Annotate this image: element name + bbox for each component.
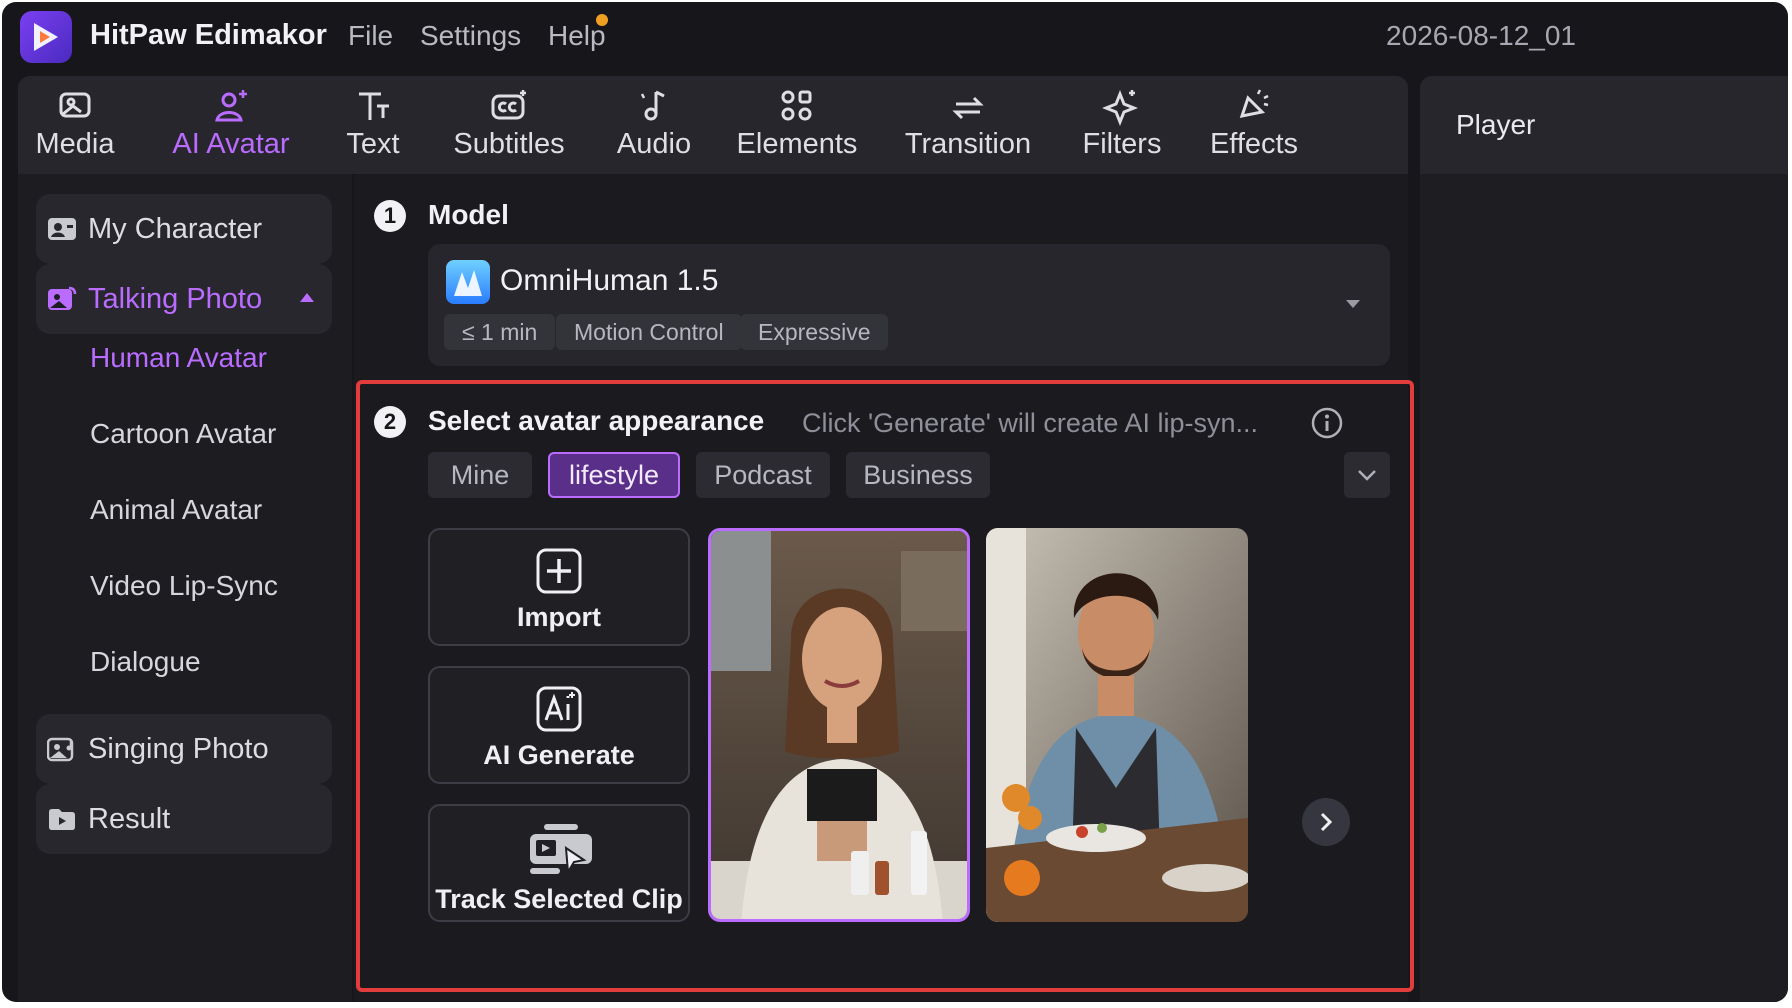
tab-text[interactable]: Text — [338, 76, 408, 174]
sidebar-item-result[interactable]: Result — [36, 784, 332, 854]
sidebar-item-label: Talking Photo — [88, 282, 263, 315]
model-tag: Expressive — [740, 314, 889, 350]
sidebar-subitem-dialogue[interactable]: Dialogue — [90, 646, 201, 678]
sidebar-item-singing-photo[interactable]: Singing Photo — [36, 714, 332, 784]
effects-icon — [1239, 89, 1269, 118]
app-window: HitPaw Edimakor File Settings Help 2026-… — [2, 2, 1788, 1002]
subtitles-icon — [491, 90, 526, 120]
document-title: 2026-08-12_01 — [1386, 20, 1576, 51]
chevron-down-icon[interactable] — [1346, 300, 1360, 308]
category-chip-mine[interactable]: Mine — [428, 452, 532, 498]
track-clip-icon — [530, 824, 592, 876]
step-number: 2 — [374, 406, 406, 438]
import-button[interactable]: Import — [428, 528, 690, 646]
transition-icon — [952, 96, 984, 120]
menu-settings[interactable]: Settings — [420, 20, 521, 52]
category-chip-podcast[interactable]: Podcast — [696, 452, 830, 498]
tab-effects[interactable]: Effects — [1202, 76, 1306, 174]
model-logo-icon — [446, 260, 490, 304]
info-icon[interactable] — [1310, 406, 1344, 440]
ai-generate-icon — [536, 686, 582, 732]
category-chip-business[interactable]: Business — [846, 452, 990, 498]
tool-tabs: Media AI Avatar Text Subtitles Audio Ele… — [18, 76, 1408, 174]
notification-dot — [596, 14, 608, 26]
chevron-down-icon — [1358, 470, 1376, 481]
chevron-up-icon[interactable] — [300, 293, 314, 302]
sidebar-subitem-human-avatar[interactable]: Human Avatar — [90, 342, 267, 374]
text-icon — [359, 92, 389, 120]
title-bar: HitPaw Edimakor File Settings Help 2026-… — [2, 2, 1788, 72]
sidebar-subitem-animal-avatar[interactable]: Animal Avatar — [90, 494, 262, 526]
section-title-appearance: Select avatar appearance — [428, 405, 765, 436]
model-tag: ≤ 1 min — [444, 314, 556, 350]
tab-transition[interactable]: Transition — [900, 76, 1036, 174]
avatar-thumbnail-chef[interactable] — [986, 528, 1248, 922]
character-icon — [46, 215, 78, 243]
media-icon — [59, 92, 91, 118]
app-name: HitPaw Edimakor — [90, 19, 327, 51]
menu-file[interactable]: File — [348, 20, 393, 52]
singing-photo-icon — [46, 735, 78, 763]
tab-audio[interactable]: Audio — [608, 76, 700, 174]
chevron-right-icon — [1320, 812, 1333, 832]
import-label: Import — [517, 602, 601, 632]
next-avatars-button[interactable] — [1302, 798, 1350, 846]
step-number: 1 — [374, 200, 406, 232]
ai-generate-button[interactable]: AI Generate — [428, 666, 690, 784]
result-icon — [46, 805, 78, 833]
player-title: Player — [1420, 76, 1788, 174]
sidebar-item-label: Singing Photo — [88, 732, 269, 765]
track-selected-clip-button[interactable]: Track Selected Clip — [428, 804, 690, 922]
menu-help[interactable]: Help — [548, 20, 606, 52]
sidebar-item-talking-photo[interactable]: Talking Photo — [36, 264, 332, 334]
plus-square-icon — [536, 548, 582, 594]
ai-avatar-icon — [215, 90, 247, 122]
hint-text: Click 'Generate' will create AI lip-syn.… — [802, 408, 1258, 438]
sidebar-item-my-character[interactable]: My Character — [36, 194, 332, 264]
model-selector[interactable]: OmniHuman 1.5 ≤ 1 min Motion Control Exp… — [428, 244, 1390, 366]
model-name: OmniHuman 1.5 — [500, 264, 719, 297]
app-logo — [20, 11, 72, 63]
elements-icon — [781, 90, 812, 121]
player-panel: Player — [1420, 76, 1788, 1002]
tab-ai-avatar[interactable]: AI Avatar — [166, 76, 296, 174]
expand-categories-button[interactable] — [1344, 452, 1390, 498]
sidebar-item-label: My Character — [88, 212, 263, 245]
main-panel: 1 Model OmniHuman 1.5 ≤ 1 min Motion Con… — [354, 174, 1414, 1002]
sidebar-item-label: Result — [88, 802, 171, 835]
talking-photo-icon — [46, 285, 78, 313]
track-selected-clip-label: Track Selected Clip — [435, 884, 683, 914]
avatar-thumbnail-woman[interactable] — [708, 528, 970, 922]
sidebar: My Character Talking Photo Human Avatar … — [18, 174, 352, 1002]
audio-icon — [640, 90, 665, 121]
tab-media[interactable]: Media — [30, 76, 120, 174]
tab-elements[interactable]: Elements — [732, 76, 862, 174]
tab-filters[interactable]: Filters — [1076, 76, 1168, 174]
filters-icon — [1102, 89, 1139, 126]
sidebar-subitem-cartoon-avatar[interactable]: Cartoon Avatar — [90, 418, 276, 450]
model-tag: Motion Control — [556, 314, 742, 350]
section-title-model: Model — [428, 199, 509, 230]
ai-generate-label: AI Generate — [483, 740, 635, 770]
sidebar-subitem-video-lip-sync[interactable]: Video Lip-Sync — [90, 570, 278, 602]
category-chip-lifestyle[interactable]: lifestyle — [548, 452, 680, 498]
tab-subtitles[interactable]: Subtitles — [446, 76, 572, 174]
